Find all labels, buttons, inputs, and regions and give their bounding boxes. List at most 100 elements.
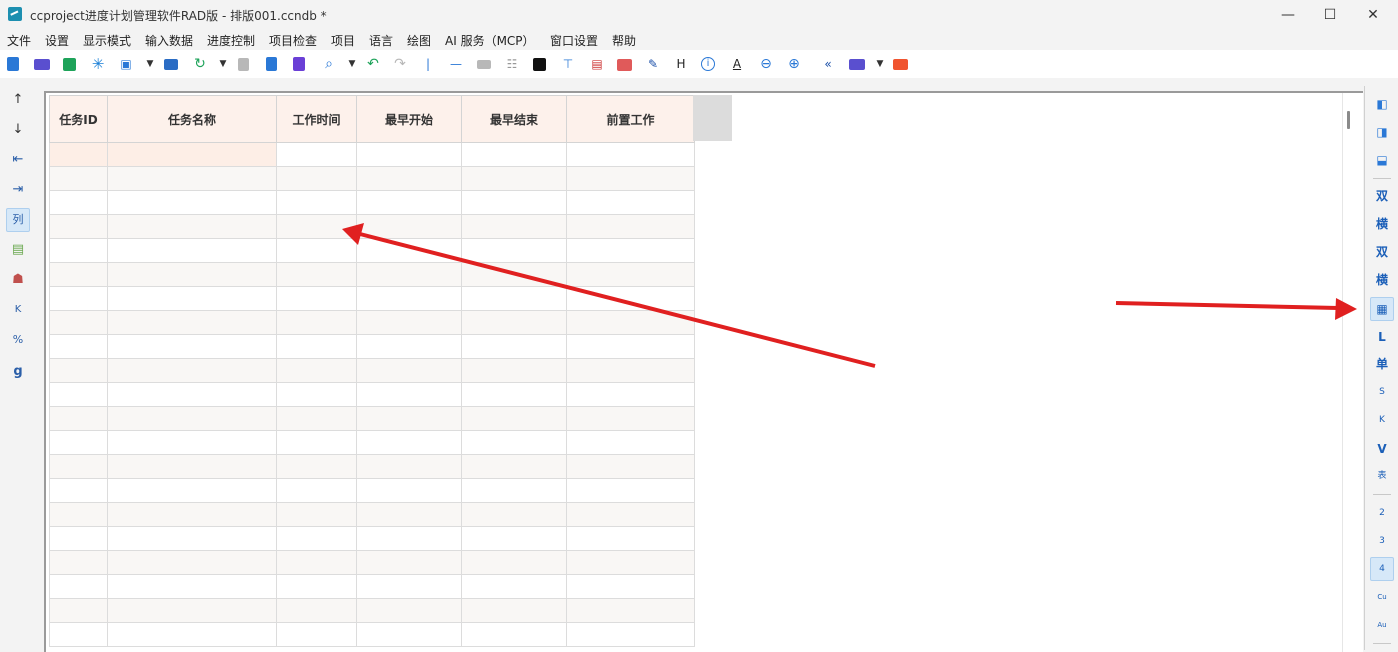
table-cell[interactable] xyxy=(461,598,567,623)
table-cell[interactable] xyxy=(107,310,277,335)
paint-roller-icon[interactable]: ⊤ xyxy=(560,56,576,72)
report-icon[interactable]: ▤ xyxy=(589,56,605,72)
table-cell[interactable] xyxy=(356,478,462,503)
table-cell[interactable] xyxy=(566,526,695,551)
table-text-button[interactable]: 表 xyxy=(1370,465,1394,487)
table-cell[interactable] xyxy=(566,310,695,335)
maximize-button[interactable]: ☐ xyxy=(1318,5,1342,25)
table-cell[interactable] xyxy=(566,478,695,503)
table-cell[interactable] xyxy=(49,262,108,287)
table-cell[interactable] xyxy=(356,382,462,407)
table-cell[interactable] xyxy=(461,382,567,407)
table-cell[interactable] xyxy=(49,238,108,263)
table-cell[interactable] xyxy=(276,262,357,287)
table-cell[interactable] xyxy=(107,622,277,647)
percent-button[interactable]: % xyxy=(6,329,30,351)
vertical-scrollbar[interactable] xyxy=(1347,111,1350,129)
table-cell[interactable] xyxy=(566,142,695,167)
table-cell[interactable] xyxy=(107,526,277,551)
move-up-icon[interactable]: ↑ xyxy=(6,89,30,111)
table-cell[interactable] xyxy=(461,502,567,527)
print-icon[interactable] xyxy=(164,59,178,70)
table-cell[interactable] xyxy=(49,310,108,335)
table-cell[interactable] xyxy=(461,238,567,263)
new-file-icon[interactable] xyxy=(7,57,19,71)
table-cell[interactable] xyxy=(49,406,108,431)
table-cell[interactable] xyxy=(49,622,108,647)
cu-button[interactable]: Cu xyxy=(1370,586,1394,608)
table-cell[interactable] xyxy=(49,478,108,503)
vertical-line-icon[interactable]: | xyxy=(420,56,436,72)
table-cell[interactable] xyxy=(356,430,462,455)
table-cell[interactable] xyxy=(107,358,277,383)
block-icon[interactable] xyxy=(477,60,491,69)
table-cell[interactable] xyxy=(566,238,695,263)
info-icon[interactable]: i xyxy=(701,57,715,71)
panel-bottom-icon[interactable]: ⬓ xyxy=(1370,149,1394,171)
table-cell[interactable] xyxy=(276,382,357,407)
table-cell[interactable] xyxy=(566,550,695,575)
table-cell[interactable] xyxy=(461,286,567,311)
menu-ai-service[interactable]: AI 服务（MCP） xyxy=(445,32,535,49)
folder-open-icon[interactable] xyxy=(849,59,865,70)
edit-doc-icon[interactable]: ✎ xyxy=(645,56,661,72)
table-cell[interactable] xyxy=(461,478,567,503)
table-cell[interactable] xyxy=(107,454,277,479)
table-cell[interactable] xyxy=(49,598,108,623)
table-cell[interactable] xyxy=(566,430,695,455)
level-2-button[interactable]: 2 xyxy=(1370,502,1394,524)
asterisk-icon[interactable]: ✳ xyxy=(90,56,106,72)
search-icon[interactable]: ⌕ xyxy=(321,56,337,72)
table-cell[interactable] xyxy=(356,214,462,239)
zoom-out-icon[interactable]: ⊖ xyxy=(758,56,774,72)
contrast-icon[interactable] xyxy=(533,58,546,71)
table-cell[interactable] xyxy=(276,430,357,455)
table-cell[interactable] xyxy=(49,382,108,407)
table-cell[interactable] xyxy=(461,358,567,383)
table-cell[interactable] xyxy=(461,142,567,167)
dropdown-arrow-icon[interactable]: ▼ xyxy=(142,56,158,72)
distribute-icon[interactable]: ☷ xyxy=(504,56,520,72)
table-cell[interactable] xyxy=(107,502,277,527)
k-button[interactable]: K xyxy=(6,299,30,321)
menu-language[interactable]: 语言 xyxy=(369,32,393,49)
table-cell[interactable] xyxy=(49,142,108,167)
text-a-icon[interactable]: A xyxy=(729,56,745,72)
table-cell[interactable] xyxy=(461,214,567,239)
h-text-icon[interactable]: H xyxy=(673,56,689,72)
double-view-plus-button[interactable]: 双 xyxy=(1370,241,1394,263)
table-cell[interactable] xyxy=(566,454,695,479)
au-button[interactable]: Au xyxy=(1370,614,1394,636)
red-folder-icon[interactable] xyxy=(893,59,908,70)
menu-help[interactable]: 帮助 xyxy=(612,32,636,49)
table-cell[interactable] xyxy=(276,286,357,311)
single-view-button[interactable]: 单 xyxy=(1370,353,1394,375)
notes-icon[interactable]: ▤ xyxy=(6,239,30,261)
table-cell[interactable] xyxy=(566,286,695,311)
menu-settings[interactable]: 设置 xyxy=(45,32,69,49)
table-cell[interactable] xyxy=(566,598,695,623)
undo-icon[interactable]: ↶ xyxy=(365,56,381,72)
table-cell[interactable] xyxy=(356,286,462,311)
table-cell[interactable] xyxy=(356,142,462,167)
indent-icon[interactable]: ⇥ xyxy=(6,179,30,201)
horizontal-view-button[interactable]: 横 xyxy=(1370,213,1394,235)
table-cell[interactable] xyxy=(566,262,695,287)
table-cell[interactable] xyxy=(461,526,567,551)
table-cell[interactable] xyxy=(356,598,462,623)
table-cell[interactable] xyxy=(276,358,357,383)
table-cell[interactable] xyxy=(566,190,695,215)
outdent-icon[interactable]: ⇤ xyxy=(6,149,30,171)
table-cell[interactable] xyxy=(276,454,357,479)
column-button[interactable]: 列 xyxy=(6,208,30,232)
horizontal-view-plus-button[interactable]: 横 xyxy=(1370,269,1394,291)
table-cell[interactable] xyxy=(461,310,567,335)
table-cell[interactable] xyxy=(566,358,695,383)
table-cell[interactable] xyxy=(566,406,695,431)
open-folder-icon[interactable] xyxy=(34,59,50,70)
close-button[interactable]: ✕ xyxy=(1361,5,1385,25)
table-cell[interactable] xyxy=(49,526,108,551)
table-cell[interactable] xyxy=(461,262,567,287)
table-cell[interactable] xyxy=(276,550,357,575)
table-cell[interactable] xyxy=(276,238,357,263)
